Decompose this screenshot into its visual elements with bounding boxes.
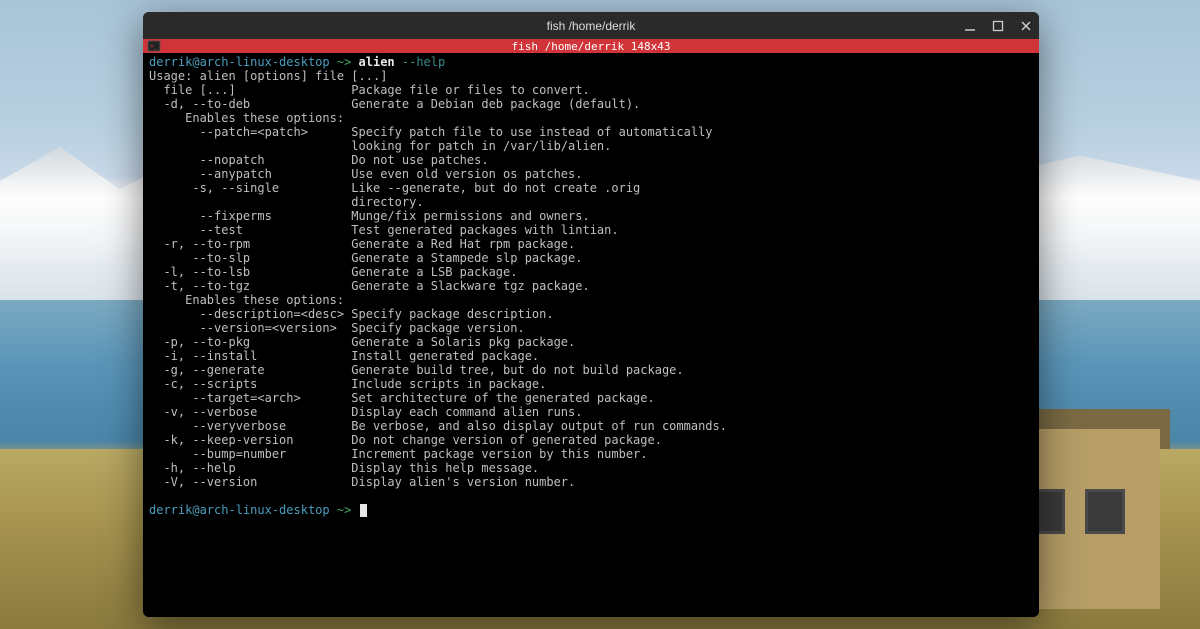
- window-title: fish /home/derrik: [547, 19, 636, 33]
- terminal-body[interactable]: derrik@arch-linux-desktop ~> alien --hel…: [143, 53, 1039, 617]
- help-desc: Specify package description.: [351, 307, 553, 321]
- help-option: -l, --to-lsb: [149, 265, 351, 279]
- help-desc: Generate a Debian deb package (default).: [351, 97, 640, 111]
- help-desc: Specify package version.: [351, 321, 524, 335]
- help-option: --description=<desc>: [149, 307, 351, 321]
- help-option: --nopatch: [149, 153, 351, 167]
- help-desc: looking for patch in /var/lib/alien.: [351, 139, 611, 153]
- tab-title: fish /home/derrik 148x43: [512, 40, 671, 53]
- help-desc: Generate a Slackware tgz package.: [351, 279, 589, 293]
- help-option: -r, --to-rpm: [149, 237, 351, 251]
- help-option: -t, --to-tgz: [149, 279, 351, 293]
- prompt-argument: --help: [395, 55, 446, 69]
- help-option: --patch=<patch>: [149, 125, 351, 139]
- help-option: -h, --help: [149, 461, 351, 475]
- svg-text:>_: >_: [150, 43, 158, 50]
- minimize-button[interactable]: [963, 19, 977, 33]
- help-desc: Generate a Stampede slp package.: [351, 251, 582, 265]
- help-desc: Install generated package.: [351, 349, 539, 363]
- terminal-icon: >_: [147, 39, 161, 53]
- help-line: Enables these options:: [149, 293, 344, 307]
- help-option: --to-slp: [149, 251, 351, 265]
- help-option: --target=<arch>: [149, 391, 351, 405]
- help-desc: Generate build tree, but do not build pa…: [351, 363, 683, 377]
- wallpaper-hut-window: [1085, 489, 1125, 534]
- help-desc: Display alien's version number.: [351, 475, 575, 489]
- help-option: -V, --version: [149, 475, 351, 489]
- help-desc: Generate a Solaris pkg package.: [351, 335, 575, 349]
- window-controls: [963, 12, 1033, 39]
- help-desc: Be verbose, and also display output of r…: [351, 419, 727, 433]
- help-option: -s, --single: [149, 181, 351, 195]
- help-option: -p, --to-pkg: [149, 335, 351, 349]
- prompt-arrow: ~>: [330, 503, 359, 517]
- prompt-command: alien: [359, 55, 395, 69]
- help-option: file [...]: [149, 83, 351, 97]
- help-desc: Like --generate, but do not create .orig: [351, 181, 640, 195]
- help-desc: Specify patch file to use instead of aut…: [351, 125, 712, 139]
- close-button[interactable]: [1019, 19, 1033, 33]
- tab-bar[interactable]: >_ fish /home/derrik 148x43: [143, 39, 1039, 53]
- help-desc: Generate a LSB package.: [351, 265, 517, 279]
- maximize-button[interactable]: [991, 19, 1005, 33]
- help-desc: Display each command alien runs.: [351, 405, 582, 419]
- help-option: -i, --install: [149, 349, 351, 363]
- help-option: [149, 139, 351, 153]
- help-line: Enables these options:: [149, 111, 344, 125]
- help-desc: Generate a Red Hat rpm package.: [351, 237, 575, 251]
- cursor: [360, 504, 367, 517]
- prompt-arrow: ~>: [330, 55, 359, 69]
- help-option: -v, --verbose: [149, 405, 351, 419]
- window-titlebar[interactable]: fish /home/derrik: [143, 12, 1039, 39]
- prompt-userhost: derrik@arch-linux-desktop: [149, 55, 330, 69]
- desktop-background: fish /home/derrik >_ fish /home/derrik 1…: [0, 0, 1200, 629]
- help-desc: Include scripts in package.: [351, 377, 546, 391]
- help-desc: directory.: [351, 195, 423, 209]
- help-desc: Do not use patches.: [351, 153, 488, 167]
- help-option: --test: [149, 223, 351, 237]
- help-option: --veryverbose: [149, 419, 351, 433]
- help-option: -g, --generate: [149, 363, 351, 377]
- minimize-icon: [964, 20, 976, 32]
- help-option: [149, 195, 351, 209]
- help-option: --version=<version>: [149, 321, 351, 335]
- help-desc: Munge/fix permissions and owners.: [351, 209, 589, 223]
- help-option: -d, --to-deb: [149, 97, 351, 111]
- maximize-icon: [992, 20, 1004, 32]
- help-desc: Test generated packages with lintian.: [351, 223, 618, 237]
- help-option: --bump=number: [149, 447, 351, 461]
- help-option: -c, --scripts: [149, 377, 351, 391]
- help-desc: Display this help message.: [351, 461, 539, 475]
- help-desc: Set architecture of the generated packag…: [351, 391, 654, 405]
- help-option: -k, --keep-version: [149, 433, 351, 447]
- close-icon: [1020, 20, 1032, 32]
- terminal-window: fish /home/derrik >_ fish /home/derrik 1…: [143, 12, 1039, 617]
- help-option: --fixperms: [149, 209, 351, 223]
- help-desc: Do not change version of generated packa…: [351, 433, 662, 447]
- help-desc: Use even old version os patches.: [351, 167, 582, 181]
- usage-line: Usage: alien [options] file [...]: [149, 69, 387, 83]
- prompt-userhost: derrik@arch-linux-desktop: [149, 503, 330, 517]
- help-desc: Package file or files to convert.: [351, 83, 589, 97]
- help-desc: Increment package version by this number…: [351, 447, 647, 461]
- help-option: --anypatch: [149, 167, 351, 181]
